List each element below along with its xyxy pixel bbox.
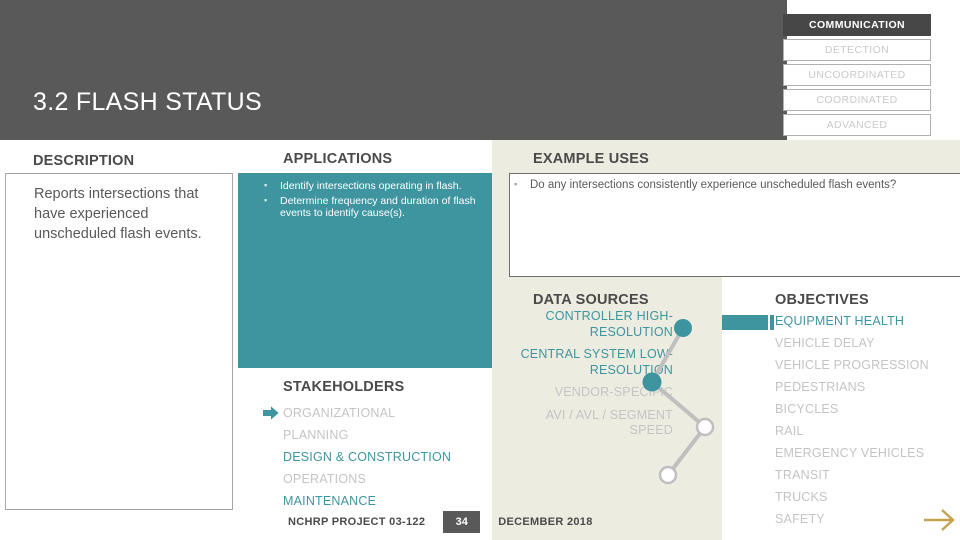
objective-transit[interactable]: TRANSIT	[775, 468, 950, 482]
data-sources-heading: DATA SOURCES	[533, 292, 649, 308]
list-item: Identify intersections operating in flas…	[262, 179, 487, 193]
footer-project: NCHRP PROJECT 03-122	[288, 516, 426, 528]
description-heading: DESCRIPTION	[33, 153, 135, 169]
data-source-node-graph	[642, 319, 715, 485]
footer: NCHRP PROJECT 03-122 34 DECEMBER 2018	[288, 511, 593, 533]
stakeholder-operations[interactable]: OPERATIONS	[283, 468, 488, 490]
stakeholders-heading: STAKEHOLDERS	[283, 379, 405, 395]
objective-vehicle-delay[interactable]: VEHICLE DELAY	[775, 336, 950, 350]
objectives-connector-bar	[722, 315, 768, 330]
level-badge-stack: COMMUNICATION DETECTION UNCOORDINATED CO…	[783, 14, 931, 136]
applications-list: Identify intersections operating in flas…	[262, 179, 487, 222]
arrow-right-icon	[263, 406, 279, 420]
example-uses-list: Do any intersections consistently experi…	[512, 178, 942, 195]
node-filled	[642, 372, 662, 392]
page-title: 3.2 FLASH STATUS	[33, 88, 262, 116]
badge-uncoordinated[interactable]: UNCOORDINATED	[783, 64, 931, 86]
node-hollow	[658, 465, 678, 485]
stakeholders-list: ORGANIZATIONAL PLANNING DESIGN & CONSTRU…	[263, 402, 488, 512]
objective-equipment-health[interactable]: EQUIPMENT HEALTH	[775, 314, 950, 328]
list-item: Do any intersections consistently experi…	[512, 178, 942, 193]
objective-rail[interactable]: RAIL	[775, 424, 950, 438]
header-band	[0, 0, 787, 140]
objectives-active-tick	[770, 315, 774, 330]
node-filled	[674, 319, 692, 337]
description-box: Reports intersections that have experien…	[5, 173, 233, 510]
node-hollow	[695, 417, 715, 437]
stakeholder-maintenance[interactable]: MAINTENANCE	[263, 406, 488, 512]
objective-trucks[interactable]: TRUCKS	[775, 490, 950, 504]
stakeholder-planning[interactable]: PLANNING	[283, 424, 488, 446]
stakeholder-design-construction[interactable]: DESIGN & CONSTRUCTION	[263, 406, 488, 468]
badge-detection[interactable]: DETECTION	[783, 39, 931, 61]
badge-coordinated[interactable]: COORDINATED	[783, 89, 931, 111]
objective-emergency-vehicles[interactable]: EMERGENCY VEHICLES	[775, 446, 950, 460]
badge-advanced[interactable]: ADVANCED	[783, 114, 931, 136]
next-arrow-icon[interactable]	[922, 505, 958, 535]
objective-bicycles[interactable]: BICYCLES	[775, 402, 950, 416]
stakeholder-organizational[interactable]: ORGANIZATIONAL	[283, 402, 488, 424]
applications-heading: APPLICATIONS	[283, 151, 393, 167]
example-uses-heading: EXAMPLE USES	[533, 151, 650, 167]
badge-communication[interactable]: COMMUNICATION	[783, 14, 931, 36]
objective-pedestrians[interactable]: PEDESTRIANS	[775, 380, 950, 394]
slide-canvas: 3.2 FLASH STATUS COMMUNICATION DETECTION…	[0, 0, 960, 540]
objectives-heading: OBJECTIVES	[775, 292, 869, 308]
stakeholder-label: MAINTENANCE	[283, 494, 377, 508]
stakeholder-label: DESIGN & CONSTRUCTION	[283, 450, 452, 464]
description-text: Reports intersections that have experien…	[34, 186, 202, 242]
footer-page-number: 34	[443, 511, 481, 533]
objective-vehicle-progression[interactable]: VEHICLE PROGRESSION	[775, 358, 950, 372]
objectives-list: EQUIPMENT HEALTH VEHICLE DELAY VEHICLE P…	[775, 314, 950, 534]
list-item: Determine frequency and duration of flas…	[262, 194, 487, 220]
footer-date: DECEMBER 2018	[498, 516, 593, 528]
